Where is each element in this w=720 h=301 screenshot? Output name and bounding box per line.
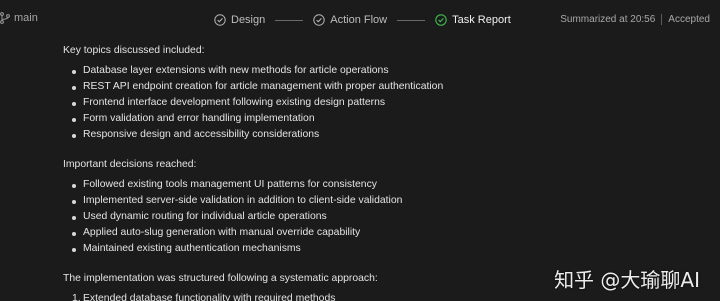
top-bar: main Design Action Flow Task Report Summ…: [0, 0, 720, 38]
git-branch-icon: [0, 12, 10, 24]
branch-selector[interactable]: main: [0, 12, 38, 24]
step-action-flow-label: Action Flow: [330, 14, 388, 26]
step-design[interactable]: Design: [214, 14, 265, 26]
step-task-report[interactable]: Task Report: [435, 14, 511, 26]
topics-heading: Key topics discussed included:: [63, 45, 205, 56]
list-item: Database layer extensions with new metho…: [63, 63, 703, 79]
list-item: Form validation and error handling imple…: [63, 111, 703, 127]
list-item: Followed existing tools management UI pa…: [63, 177, 703, 193]
branch-label: main: [14, 12, 38, 24]
status-divider: [661, 14, 663, 25]
list-item: Responsive design and accessibility cons…: [63, 127, 703, 143]
list-item-text: Extended database functionality with req…: [83, 293, 336, 301]
check-circle-icon: [313, 14, 325, 26]
step-action-flow[interactable]: Action Flow: [313, 14, 387, 26]
list-item: Maintained existing authentication mecha…: [63, 241, 703, 257]
step-connector: [275, 19, 304, 21]
check-circle-green-icon: [435, 14, 447, 26]
topics-list: Database layer extensions with new metho…: [63, 63, 703, 143]
summarized-timestamp: Summarized at 20:56: [560, 14, 656, 25]
check-circle-icon: [214, 14, 226, 26]
list-item: Implemented server-side validation in ad…: [63, 193, 703, 209]
list-item: REST API endpoint creation for article m…: [63, 79, 703, 95]
list-item: Applied auto-slug generation with manual…: [63, 225, 703, 241]
decisions-heading: Important decisions reached:: [63, 159, 197, 170]
list-number: 1.: [72, 293, 81, 301]
list-item: Used dynamic routing for individual arti…: [63, 209, 703, 225]
step-task-report-label: Task Report: [452, 14, 511, 26]
step-progress: Design Action Flow Task Report: [214, 11, 511, 29]
list-item: Frontend interface development following…: [63, 95, 703, 111]
report-content: Key topics discussed included: Database …: [63, 43, 703, 301]
watermark: 知乎 @大瑜聊AI: [554, 268, 700, 292]
status-area: Summarized at 20:56 Accepted: [560, 14, 710, 25]
step-design-label: Design: [231, 14, 266, 26]
step-connector: [397, 19, 426, 21]
decisions-list: Followed existing tools management UI pa…: [63, 177, 703, 257]
accepted-badge: Accepted: [668, 14, 710, 25]
task-report-window: main Design Action Flow Task Report Summ…: [0, 0, 720, 301]
